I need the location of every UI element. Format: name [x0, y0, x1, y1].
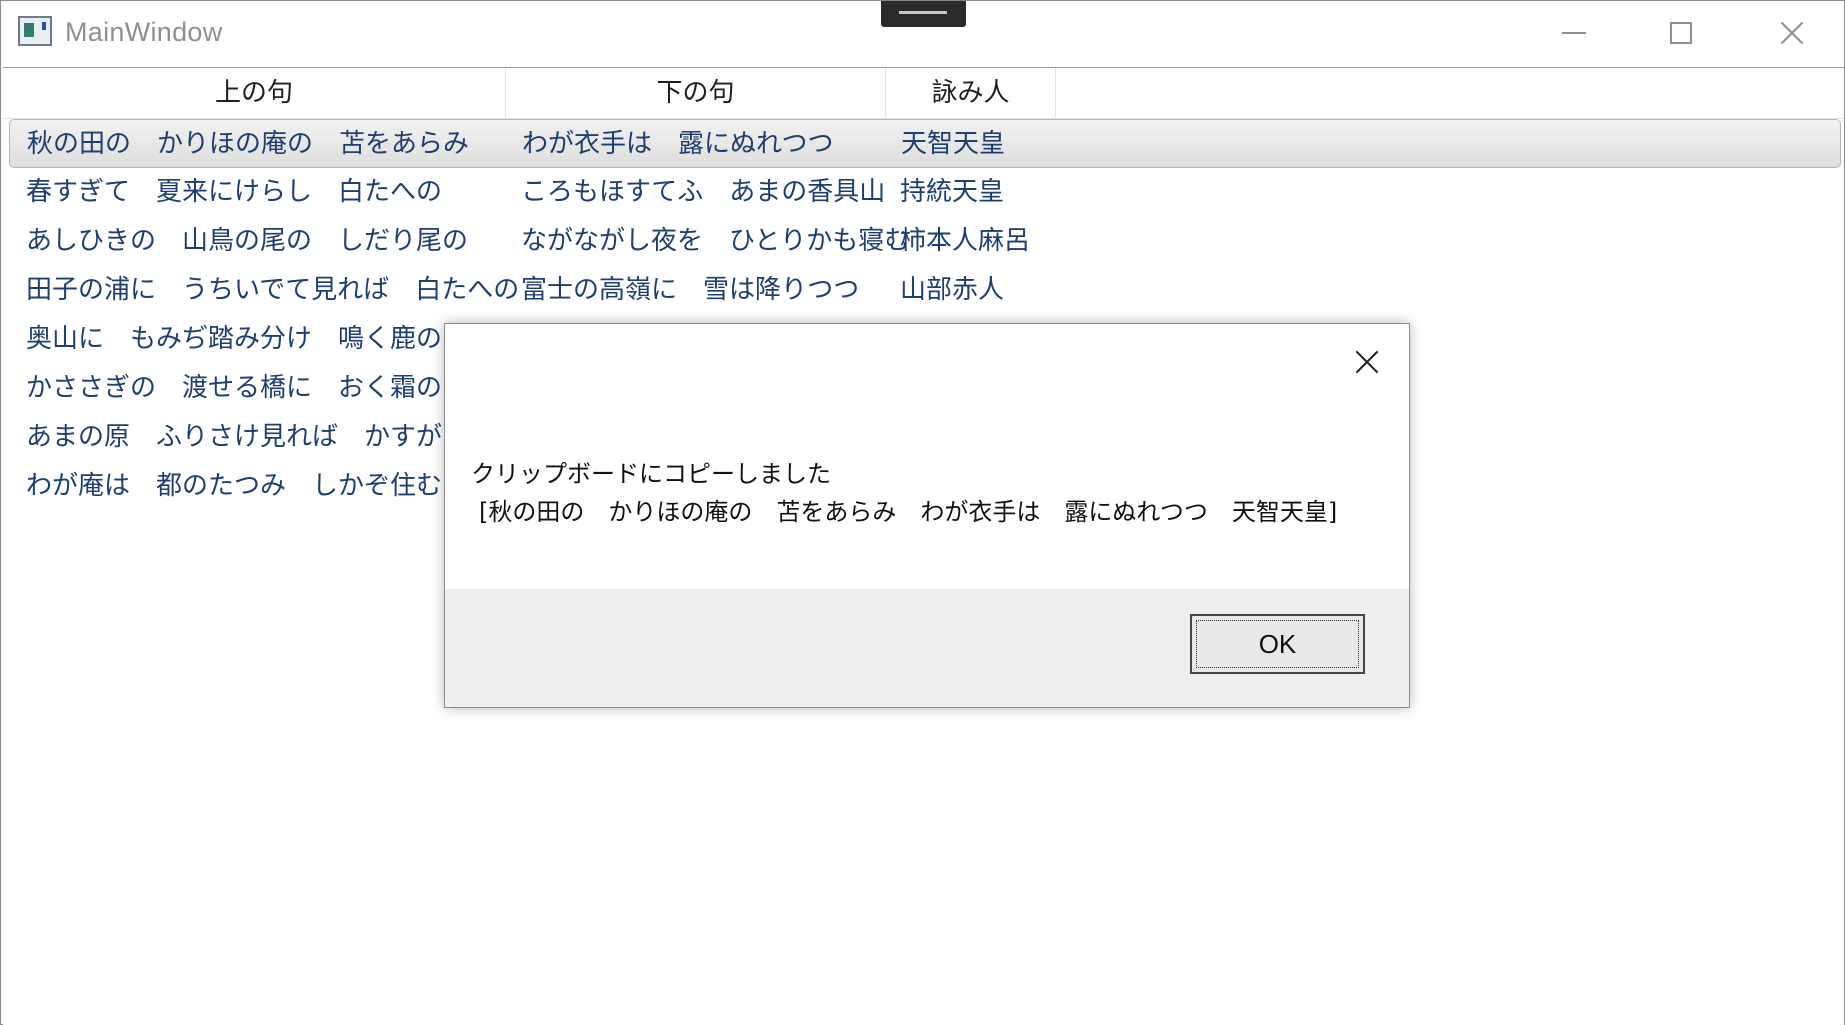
- cell-kami: 春すぎて 夏来にけらし 白たへの: [26, 177, 443, 207]
- list-row[interactable]: 田子の浦に うちいでて見れば 白たへの 富士の高嶺に 雪は降りつつ 山部赤人: [3, 266, 1844, 315]
- list-row[interactable]: 春すぎて 夏来にけらし 白たへの ころもほすてふ あまの香具山 持統天皇: [3, 168, 1844, 217]
- cell-shimo: ながながし夜を ひとりかも寝む: [521, 226, 911, 256]
- minimize-button[interactable]: [1519, 1, 1629, 67]
- cell-kami: かささぎの 渡せる橋に おく霜の: [26, 373, 443, 403]
- message-box-footer: OK: [445, 589, 1409, 707]
- message-box-close-button[interactable]: [1347, 342, 1387, 382]
- app-icon: [18, 16, 52, 46]
- title-bar[interactable]: MainWindow: [1, 1, 1844, 67]
- ok-button[interactable]: OK: [1190, 614, 1365, 674]
- cell-author: 山部赤人: [900, 275, 1005, 305]
- main-window: MainWindow 上の句 下の句 詠み人 秋の田の かりほの庵の 苫をあらみ…: [0, 0, 1845, 1025]
- column-header-shimo[interactable]: 下の句: [506, 68, 886, 118]
- cell-kami: 秋の田の かりほの庵の 苫をあらみ: [27, 129, 470, 159]
- maximize-button[interactable]: [1627, 1, 1737, 67]
- list-row[interactable]: あしひきの 山鳥の尾の しだり尾の ながながし夜を ひとりかも寝む 柿本人麻呂: [3, 217, 1844, 266]
- cell-kami: 田子の浦に うちいでて見れば 白たへの: [26, 275, 520, 305]
- cell-shimo: わが衣手は 露にぬれつつ: [522, 129, 834, 159]
- column-header-kami[interactable]: 上の句: [3, 68, 506, 118]
- cell-kami: 奥山に もみぢ踏み分け 鳴く鹿の: [26, 324, 443, 354]
- cell-shimo: 富士の高嶺に 雪は降りつつ: [521, 275, 860, 305]
- window-title: MainWindow: [65, 17, 223, 47]
- snap-grip-handle[interactable]: [881, 1, 966, 27]
- cell-author: 持統天皇: [900, 177, 1005, 207]
- close-button[interactable]: [1736, 1, 1845, 67]
- cell-kami: あしひきの 山鳥の尾の しだり尾の: [26, 226, 469, 256]
- cell-author: 天智天皇: [901, 129, 1006, 159]
- cell-author: 柿本人麻呂: [900, 226, 1031, 256]
- column-header-author[interactable]: 詠み人: [886, 68, 1056, 118]
- cell-kami: あまの原 ふりさけ見れば かすがなる: [26, 422, 495, 452]
- cell-kami: わが庵は 都のたつみ しかぞ住む: [26, 471, 443, 501]
- minimize-icon: [1562, 32, 1586, 34]
- list-header: 上の句 下の句 詠み人: [3, 68, 1844, 119]
- message-detail: [秋の田の かりほの庵の 苫をあらみ わが衣手は 露にぬれつつ 天智天皇]: [479, 498, 1338, 526]
- list-row-selected[interactable]: 秋の田の かりほの庵の 苫をあらみ わが衣手は 露にぬれつつ 天智天皇: [9, 119, 1841, 168]
- cell-shimo: ころもほすてふ あまの香具山: [521, 177, 886, 207]
- maximize-icon: [1670, 22, 1692, 44]
- message-text: クリップボードにコピーしました: [471, 460, 831, 488]
- message-box: クリップボードにコピーしました [秋の田の かりほの庵の 苫をあらみ わが衣手は…: [444, 323, 1410, 708]
